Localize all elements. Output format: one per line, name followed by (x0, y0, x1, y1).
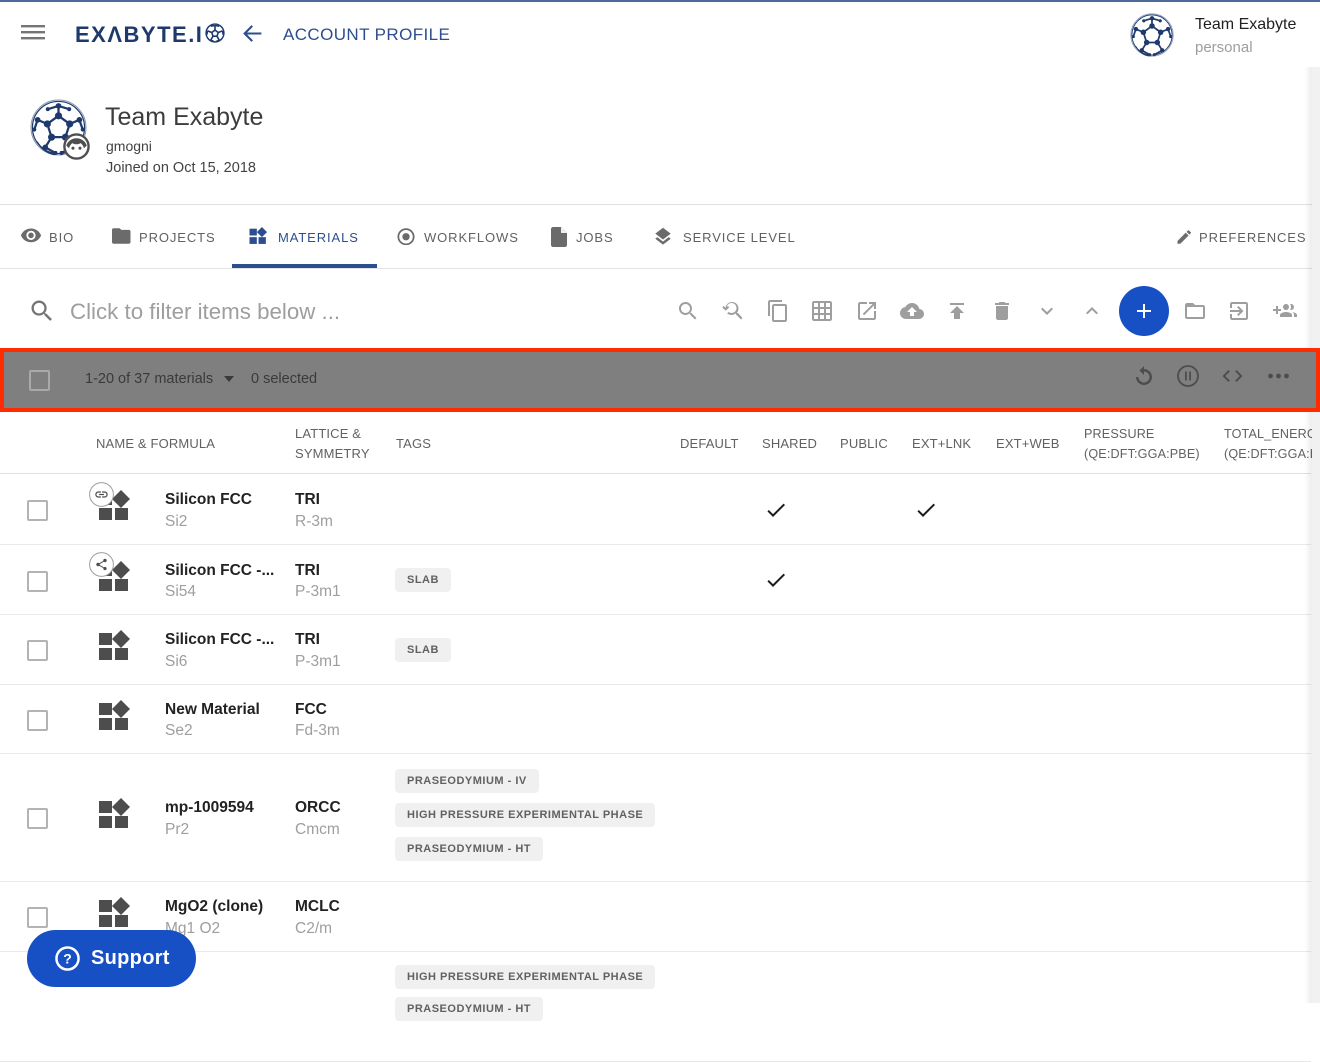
svg-text:?: ? (63, 950, 72, 966)
